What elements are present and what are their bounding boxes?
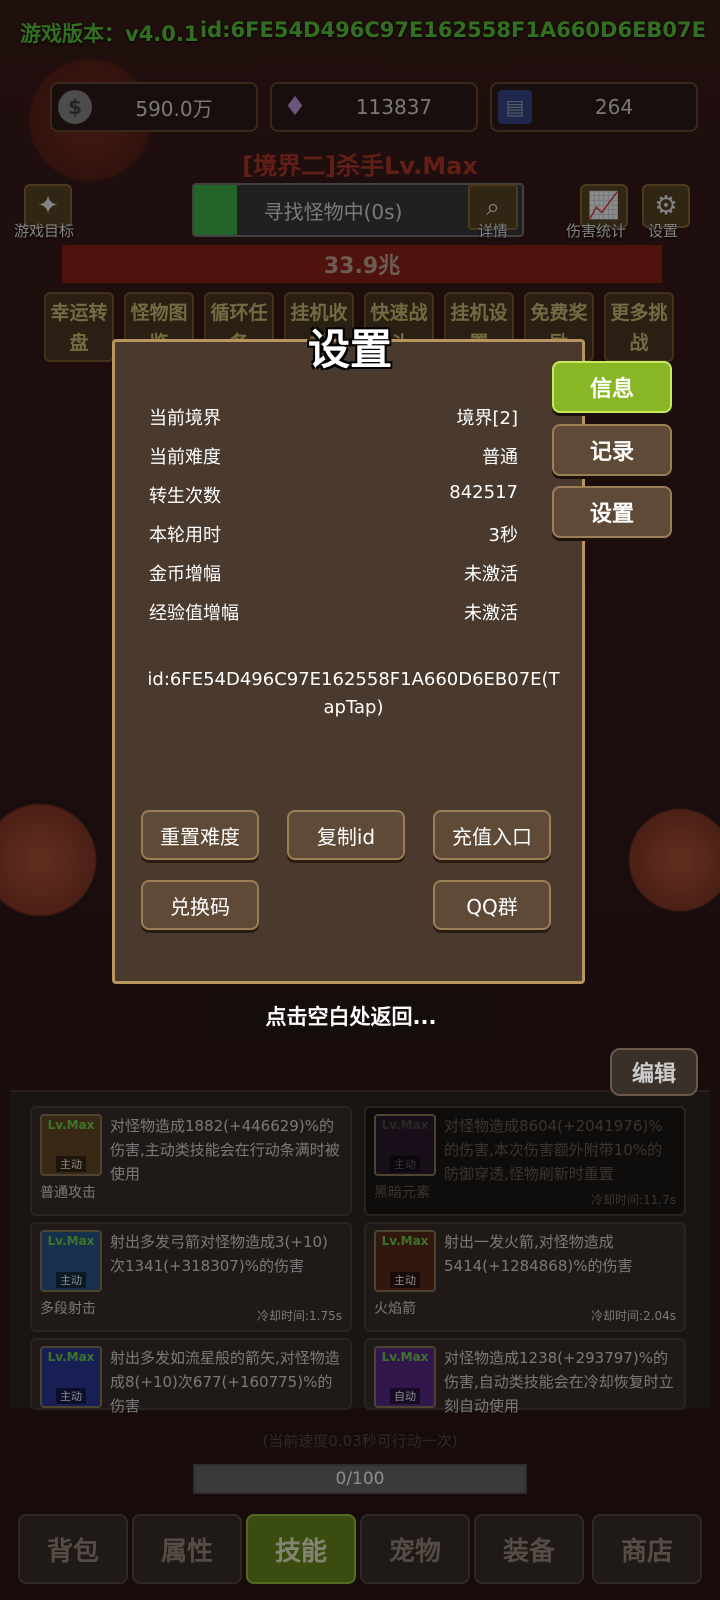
info-label: 转生次数	[149, 486, 221, 507]
recharge-button[interactable]: 充值入口	[433, 810, 551, 860]
tap-to-return-hint: 点击空白处返回...	[210, 996, 492, 1036]
redeem-code-button[interactable]: 兑换码	[141, 880, 259, 930]
info-row: 金币增幅 未激活	[149, 560, 518, 586]
info-row: 经验值增幅 未激活	[149, 599, 518, 625]
copy-id-button[interactable]: 复制id	[287, 810, 405, 860]
info-row: 本轮用时 3秒	[149, 521, 518, 547]
info-value: 普通	[482, 447, 518, 468]
settings-dialog: 当前境界 境界[2] 当前难度 普通 转生次数 842517 本轮用时 3秒 金…	[112, 339, 585, 984]
tab-settings[interactable]: 设置	[552, 486, 672, 538]
reset-difficulty-button[interactable]: 重置难度	[141, 810, 259, 860]
info-value: 3秒	[488, 525, 518, 546]
info-label: 当前难度	[149, 447, 221, 468]
account-id-text: id:6FE54D496C97E162558F1A660D6EB07E(TapT…	[147, 669, 560, 718]
info-value: 境界[2]	[456, 408, 519, 429]
info-value: 未激活	[464, 603, 518, 624]
info-label: 当前境界	[149, 408, 221, 429]
edit-button[interactable]: 编辑	[610, 1048, 698, 1096]
tab-info[interactable]: 信息	[552, 361, 672, 413]
info-value: 842517	[449, 482, 518, 503]
tab-record[interactable]: 记录	[552, 424, 672, 476]
info-label: 金币增幅	[149, 564, 221, 585]
info-label: 经验值增幅	[149, 603, 239, 624]
info-label: 本轮用时	[149, 525, 221, 546]
info-row: 当前境界 境界[2]	[149, 404, 518, 430]
info-row: 转生次数 842517	[149, 482, 518, 508]
qq-group-button[interactable]: QQ群	[433, 880, 551, 930]
info-row: 当前难度 普通	[149, 443, 518, 469]
dialog-title: 设置	[307, 325, 392, 374]
info-value: 未激活	[464, 564, 518, 585]
